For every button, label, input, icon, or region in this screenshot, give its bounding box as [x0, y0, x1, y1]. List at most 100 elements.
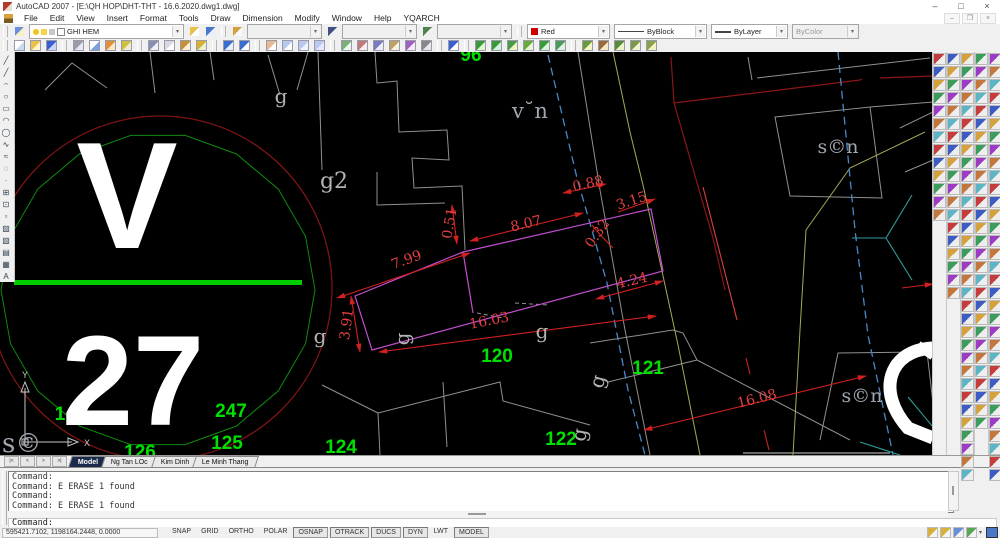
yqarch-column-2-icon-0[interactable] [947, 53, 960, 65]
yq-array-icon[interactable] [521, 39, 536, 53]
yqarch-column-4-icon-3[interactable] [975, 92, 988, 104]
menu-item-draw[interactable]: Draw [205, 13, 237, 23]
yqarch-column-2-icon-6[interactable] [947, 131, 960, 143]
yqarch-column-2-icon-2[interactable] [947, 79, 960, 91]
paste-icon[interactable] [178, 39, 193, 53]
yqarch-column-4-icon-23[interactable] [975, 352, 988, 364]
yqarch-column-2-icon-10[interactable] [947, 183, 960, 195]
yqarch-column-4-icon-12[interactable] [975, 209, 988, 221]
command-grip[interactable] [2, 471, 7, 525]
yqarch-column-4-icon-27[interactable] [975, 404, 988, 416]
yqarch-column-5-icon-23[interactable] [989, 352, 1000, 364]
menu-item-file[interactable]: File [18, 13, 44, 23]
sheetset-icon[interactable] [387, 39, 402, 53]
yqarch-column-2-icon-5[interactable] [947, 118, 960, 130]
yqarch-column-5-icon-20[interactable] [989, 313, 1000, 325]
undo-icon[interactable] [221, 39, 236, 53]
yqarch-column-2-icon-13[interactable] [947, 222, 960, 234]
toolbar-grip[interactable] [3, 26, 8, 37]
yqarch-column-3-icon-8[interactable] [961, 157, 974, 169]
yqarch-column-3-icon-21[interactable] [961, 326, 974, 338]
toggle-grid[interactable]: GRID [197, 527, 223, 536]
draw-tool-icon-6[interactable]: ◯ [0, 126, 12, 138]
yqarch-column-1-icon-2[interactable] [933, 79, 946, 91]
yqarch-column-3-icon-11[interactable] [961, 196, 974, 208]
toolbar-grip[interactable] [255, 40, 260, 51]
yqarch-column-3-icon-9[interactable] [961, 170, 974, 182]
menu-item-yqarch[interactable]: YQARCH [397, 13, 445, 23]
yqarch-column-2-icon-17[interactable] [947, 274, 960, 286]
yqarch-column-5-icon-3[interactable] [989, 92, 1000, 104]
menu-item-dimension[interactable]: Dimension [237, 13, 289, 23]
menu-item-view[interactable]: View [70, 13, 100, 23]
status-caret-icon[interactable]: ▾ [979, 529, 982, 536]
toolbar-grip[interactable] [137, 40, 142, 51]
yq-copy-icon[interactable] [537, 39, 552, 53]
draw-tool-icon-0[interactable]: ╱ [0, 54, 12, 66]
annotation-visibility-icon[interactable] [927, 527, 938, 538]
yqarch-column-3-icon-13[interactable] [961, 222, 974, 234]
table-style-icon[interactable] [420, 25, 435, 39]
yqarch-column-5-icon-22[interactable] [989, 339, 1000, 351]
toggle-dyn[interactable]: DYN [403, 527, 428, 538]
toolbar-grip[interactable] [330, 40, 335, 51]
yqarch-column-4-icon-6[interactable] [975, 131, 988, 143]
yqarch-column-3-icon-28[interactable] [961, 417, 974, 429]
yqarch-column-4-icon-13[interactable] [975, 222, 988, 234]
lineweight-combobox[interactable]: ByLayer ▾ [711, 24, 788, 39]
yq-mirror-icon[interactable] [553, 39, 568, 53]
menu-item-modify[interactable]: Modify [289, 13, 326, 23]
toggle-lwt[interactable]: LWT [430, 527, 452, 536]
yqarch-column-5-icon-24[interactable] [989, 365, 1000, 377]
yqarch-column-1-icon-12[interactable] [933, 209, 946, 221]
yqarch-column-3-icon-16[interactable] [961, 261, 974, 273]
draw-tool-icon-11[interactable]: ⊞ [0, 186, 12, 198]
mdi-minimize-button[interactable]: – [944, 13, 960, 24]
yqarch-column-3-icon-27[interactable] [961, 404, 974, 416]
menu-item-format[interactable]: Format [134, 13, 173, 23]
clean-screen-button[interactable] [986, 527, 998, 538]
yqarch-column-5-icon-11[interactable] [989, 196, 1000, 208]
yqarch-column-3-icon-4[interactable] [961, 105, 974, 117]
yqarch-column-3-icon-26[interactable] [961, 391, 974, 403]
yqarch-column-5-icon-4[interactable] [989, 105, 1000, 117]
yqarch-column-3-icon-0[interactable] [961, 53, 974, 65]
help-icon[interactable] [446, 39, 461, 53]
yqarch-column-1-icon-1[interactable] [933, 66, 946, 78]
draw-tool-icon-16[interactable]: ▤ [0, 246, 12, 258]
yqarch-column-1-icon-6[interactable] [933, 131, 946, 143]
yqarch-column-3-icon-10[interactable] [961, 183, 974, 195]
dim-style-combobox[interactable]: ▾ [342, 24, 417, 39]
yqarch-column-1-icon-5[interactable] [933, 118, 946, 130]
yq-scale-icon[interactable] [505, 39, 520, 53]
yqarch-column-5-icon-17[interactable] [989, 274, 1000, 286]
yqarch-column-5-icon-31[interactable] [989, 456, 1000, 468]
yqarch-column-3-icon-31[interactable] [961, 456, 974, 468]
yqarch-column-4-icon-26[interactable] [975, 391, 988, 403]
properties-icon[interactable] [339, 39, 354, 53]
yqarch-column-5-icon-30[interactable] [989, 443, 1000, 455]
draw-tool-icon-8[interactable]: ≈ [0, 150, 12, 162]
pan-icon[interactable] [264, 39, 279, 53]
yq-rotate-icon[interactable] [489, 39, 504, 53]
yqarch-column-4-icon-0[interactable] [975, 53, 988, 65]
yqarch-column-1-icon-7[interactable] [933, 144, 946, 156]
yqarch-column-4-icon-21[interactable] [975, 326, 988, 338]
mdi-restore-button[interactable]: ❐ [962, 13, 978, 24]
yqarch-column-3-icon-6[interactable] [961, 131, 974, 143]
yqarch-column-4-icon-20[interactable] [975, 313, 988, 325]
yqarch-column-5-icon-9[interactable] [989, 170, 1000, 182]
toolbar-grip[interactable] [464, 40, 469, 51]
chevron-down-icon[interactable]: ▾ [172, 26, 182, 37]
designcenter-icon[interactable] [355, 39, 370, 53]
yqarch-column-3-icon-3[interactable] [961, 92, 974, 104]
yqarch-column-3-icon-14[interactable] [961, 235, 974, 247]
yqarch-column-5-icon-18[interactable] [989, 287, 1000, 299]
draw-tool-icon-2[interactable]: ⌢ [0, 78, 12, 90]
toggle-model[interactable]: MODEL [454, 527, 489, 538]
draw-tool-icon-15[interactable]: ▧ [0, 234, 12, 246]
menu-item-insert[interactable]: Insert [101, 13, 134, 23]
yqarch-column-5-icon-10[interactable] [989, 183, 1000, 195]
yqarch-column-5-icon-13[interactable] [989, 222, 1000, 234]
redo-icon[interactable] [237, 39, 252, 53]
